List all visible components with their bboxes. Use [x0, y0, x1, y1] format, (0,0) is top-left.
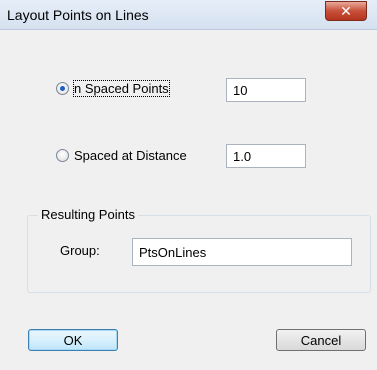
ok-button[interactable]: OK — [28, 329, 118, 351]
radio-selected-icon[interactable] — [56, 82, 69, 95]
resulting-points-legend: Resulting Points — [38, 207, 138, 222]
distance-input[interactable] — [226, 144, 306, 168]
close-button[interactable]: ✕ — [325, 1, 367, 21]
cancel-button-label: Cancel — [300, 332, 342, 348]
close-icon: ✕ — [340, 2, 352, 19]
n-spaced-points-label[interactable]: n Spaced Points — [73, 80, 170, 97]
resulting-points-group: Resulting Points Group: — [27, 207, 371, 293]
n-spaced-points-option[interactable]: n Spaced Points — [56, 80, 170, 97]
n-points-input[interactable] — [226, 78, 306, 102]
dialog-body: n Spaced Points Spaced at Distance Resul… — [1, 30, 376, 369]
radio-unselected-icon[interactable] — [56, 149, 69, 162]
dialog-window: Layout Points on Lines ✕ n Spaced Points… — [0, 0, 377, 370]
group-label: Group: — [60, 243, 100, 258]
spaced-at-distance-option[interactable]: Spaced at Distance — [56, 148, 187, 163]
title-bar[interactable]: Layout Points on Lines ✕ — [0, 0, 377, 30]
group-input[interactable] — [132, 238, 352, 266]
ok-button-label: OK — [63, 332, 83, 348]
cancel-button[interactable]: Cancel — [276, 329, 366, 351]
spaced-at-distance-label[interactable]: Spaced at Distance — [74, 148, 187, 163]
dialog-title: Layout Points on Lines — [7, 7, 149, 23]
